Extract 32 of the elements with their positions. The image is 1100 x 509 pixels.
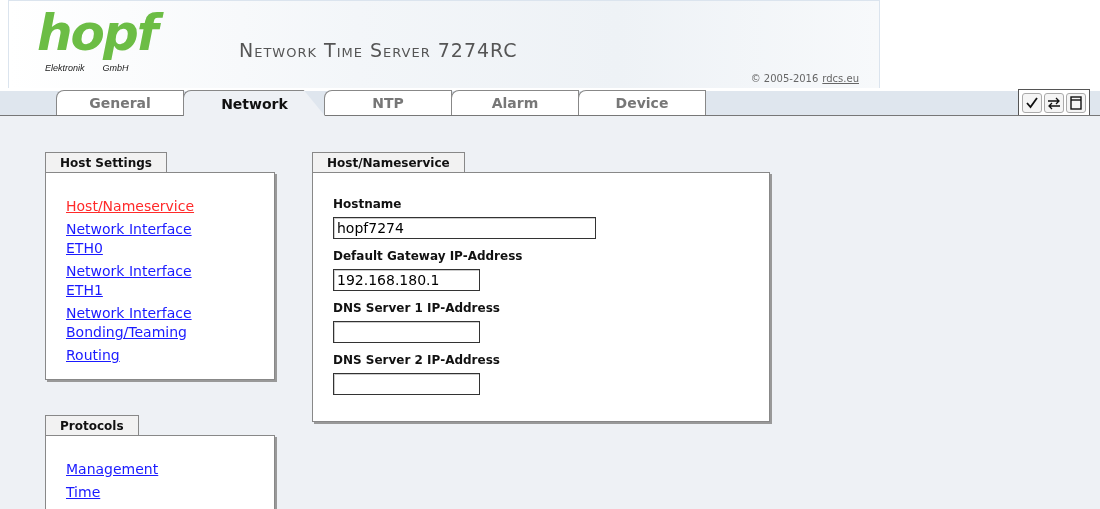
sidebar-link[interactable]: Network Interface ETH1 xyxy=(66,262,216,300)
product-title: Network Time Server 7274RC xyxy=(239,39,518,63)
field-label: DNS Server 1 IP-Address xyxy=(333,301,501,315)
field-label: Hostname xyxy=(333,197,403,211)
apply-button[interactable] xyxy=(1022,93,1042,113)
nav-tab[interactable]: Network xyxy=(183,90,325,116)
field-label: Default Gateway IP-Address xyxy=(333,249,524,263)
logo-subtitle: Elektronik xyxy=(45,63,85,73)
logo-subtitle: GmbH xyxy=(102,63,129,73)
field-label: DNS Server 2 IP-Address xyxy=(333,353,501,367)
input-field[interactable] xyxy=(333,373,480,395)
reload-button[interactable] xyxy=(1044,93,1064,113)
logo-text: hopf xyxy=(37,3,163,63)
swap-arrows-icon xyxy=(1047,96,1061,110)
nav-tab[interactable]: General xyxy=(56,90,184,115)
nav-tab[interactable]: NTP xyxy=(324,90,452,115)
page-icon xyxy=(1070,96,1082,110)
checkmark-icon xyxy=(1025,96,1039,110)
nav-tab[interactable]: Alarm xyxy=(451,90,579,115)
sidebar-link[interactable]: Routing xyxy=(66,346,216,365)
sidebar-link[interactable]: Network Interface ETH0 xyxy=(66,220,216,258)
copyright-text: © 2005-2016 xyxy=(750,73,819,84)
nav-tab[interactable]: Device xyxy=(578,90,706,115)
input-field[interactable]: hopf7274 xyxy=(333,217,596,239)
sidebar-link[interactable]: Time xyxy=(66,483,216,502)
save-button[interactable] xyxy=(1066,93,1086,113)
input-field[interactable]: 192.168.180.1 xyxy=(333,269,480,291)
sidebar-link[interactable]: Network Interface Bonding/Teaming xyxy=(66,304,216,342)
sidebar-link[interactable]: Management xyxy=(66,460,216,479)
sidebar-link[interactable]: Host/Nameservice xyxy=(66,197,216,216)
input-field[interactable] xyxy=(333,321,480,343)
copyright-link[interactable]: rdcs.eu xyxy=(822,73,859,84)
